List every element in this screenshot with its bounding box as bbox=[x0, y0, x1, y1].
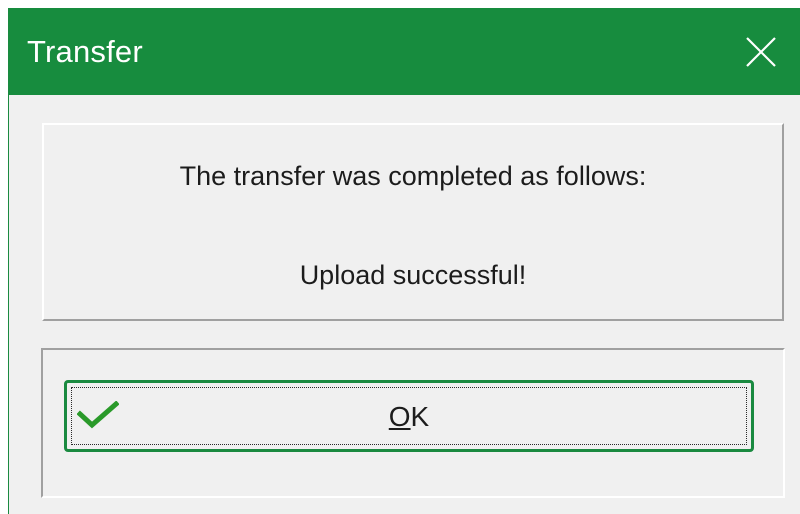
ok-button[interactable]: OK bbox=[64, 380, 754, 452]
window-title: Transfer bbox=[27, 34, 143, 69]
close-icon bbox=[746, 37, 776, 67]
transfer-dialog: Transfer The transfer was completed as f… bbox=[8, 8, 800, 514]
message-line-2: Upload successful! bbox=[299, 260, 527, 290]
ok-label-rest: K bbox=[410, 401, 430, 432]
title-bar[interactable]: Transfer bbox=[9, 8, 800, 95]
button-panel: OK bbox=[41, 348, 785, 498]
message-line-1: The transfer was completed as follows: bbox=[179, 161, 647, 191]
ok-mnemonic: O bbox=[388, 401, 411, 432]
ok-button-label: OK bbox=[67, 400, 751, 434]
message-panel: The transfer was completed as follows: U… bbox=[42, 123, 784, 321]
close-button[interactable] bbox=[721, 8, 800, 95]
